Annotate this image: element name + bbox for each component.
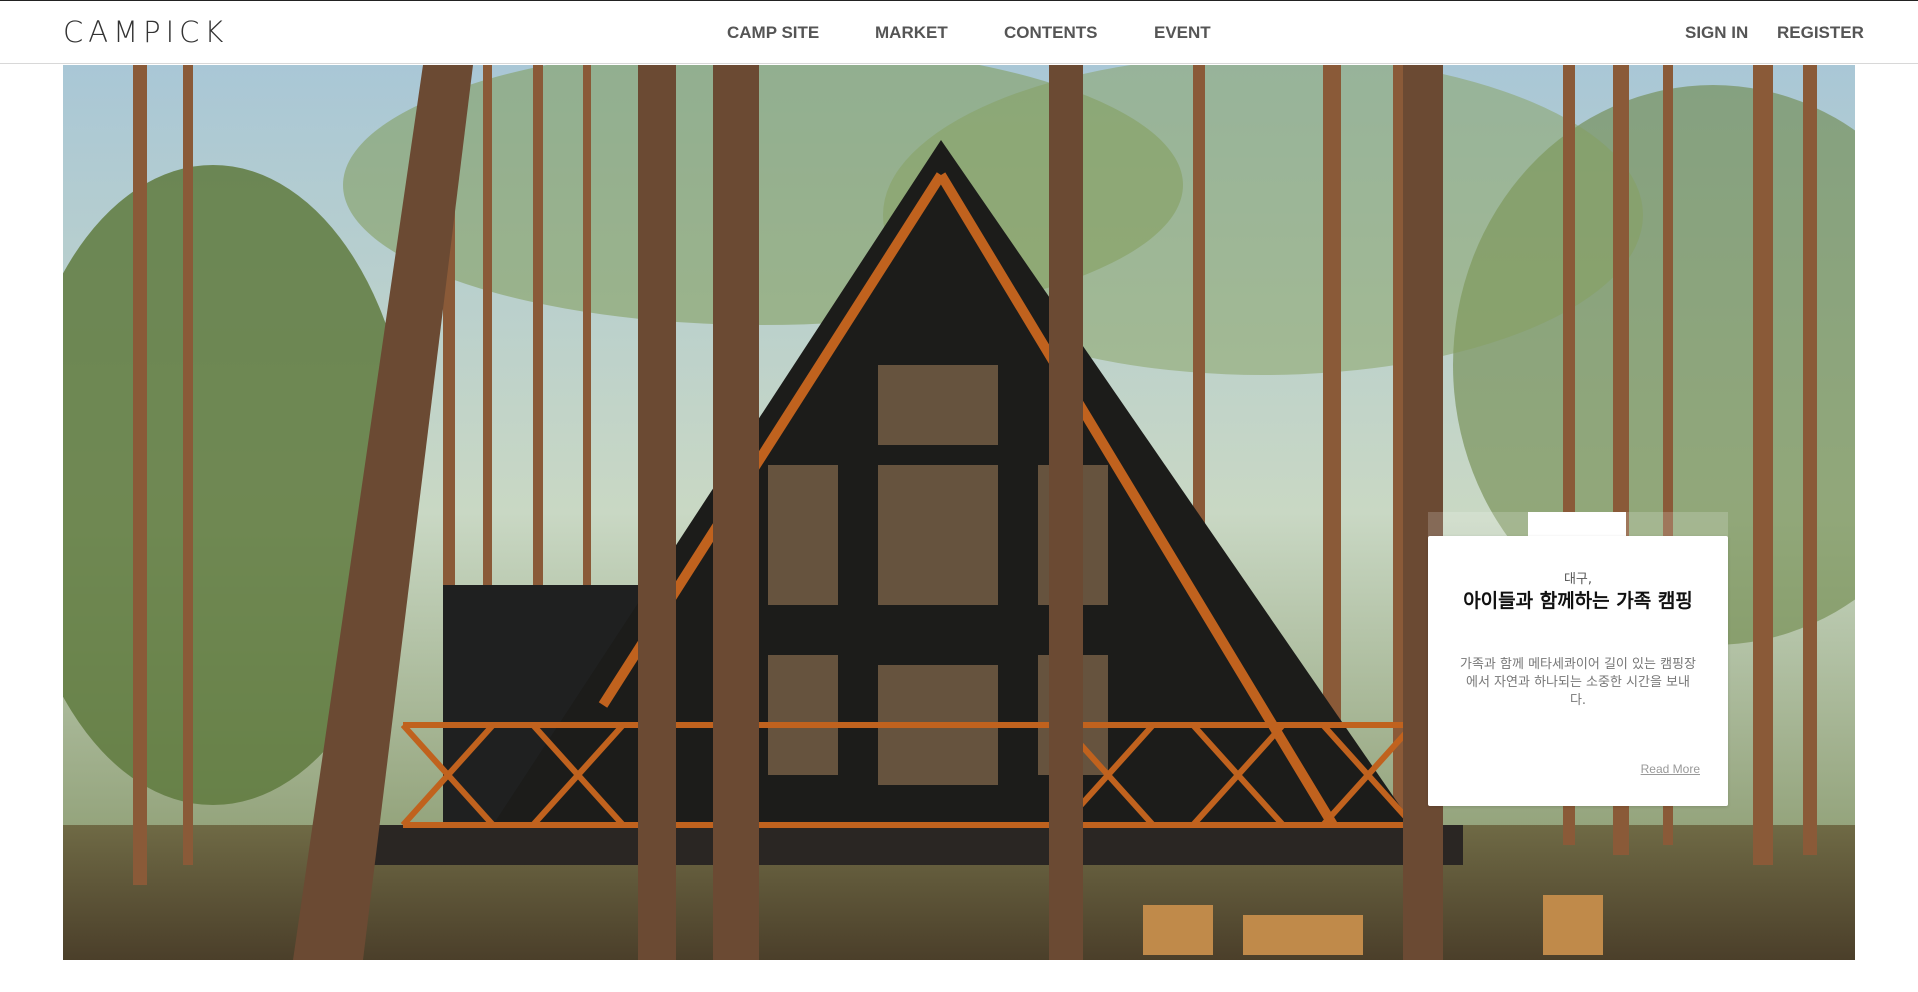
site-header: CAMPICK CAMP SITE MARKET CONTENTS EVENT … bbox=[0, 0, 1918, 64]
card-description: 가족과 함께 메타세콰이어 길이 있는 캠핑장에서 자연과 하나되는 소중한 시… bbox=[1460, 657, 1696, 708]
sign-in-link[interactable]: SIGN IN bbox=[1685, 23, 1748, 43]
main-nav: CAMP SITE MARKET CONTENTS EVENT SIGN IN … bbox=[0, 23, 1918, 47]
card-title: 아이들과 함께하는 가족 캠핑 bbox=[1463, 590, 1693, 612]
nav-market[interactable]: MARKET bbox=[875, 23, 948, 43]
featured-camp-card[interactable]: 대구, 아이들과 함께하는 가족 캠핑 가족과 함께 메타세콰이어 길이 있는 … bbox=[1428, 536, 1728, 806]
card-region: 대구, bbox=[1563, 572, 1593, 587]
register-link[interactable]: REGISTER bbox=[1777, 23, 1864, 43]
nav-event[interactable]: EVENT bbox=[1154, 23, 1211, 43]
card-tab bbox=[1528, 512, 1626, 538]
nav-contents[interactable]: CONTENTS bbox=[1004, 23, 1098, 43]
nav-camp-site[interactable]: CAMP SITE bbox=[727, 23, 819, 43]
read-more-link[interactable]: Read More bbox=[1641, 762, 1700, 776]
